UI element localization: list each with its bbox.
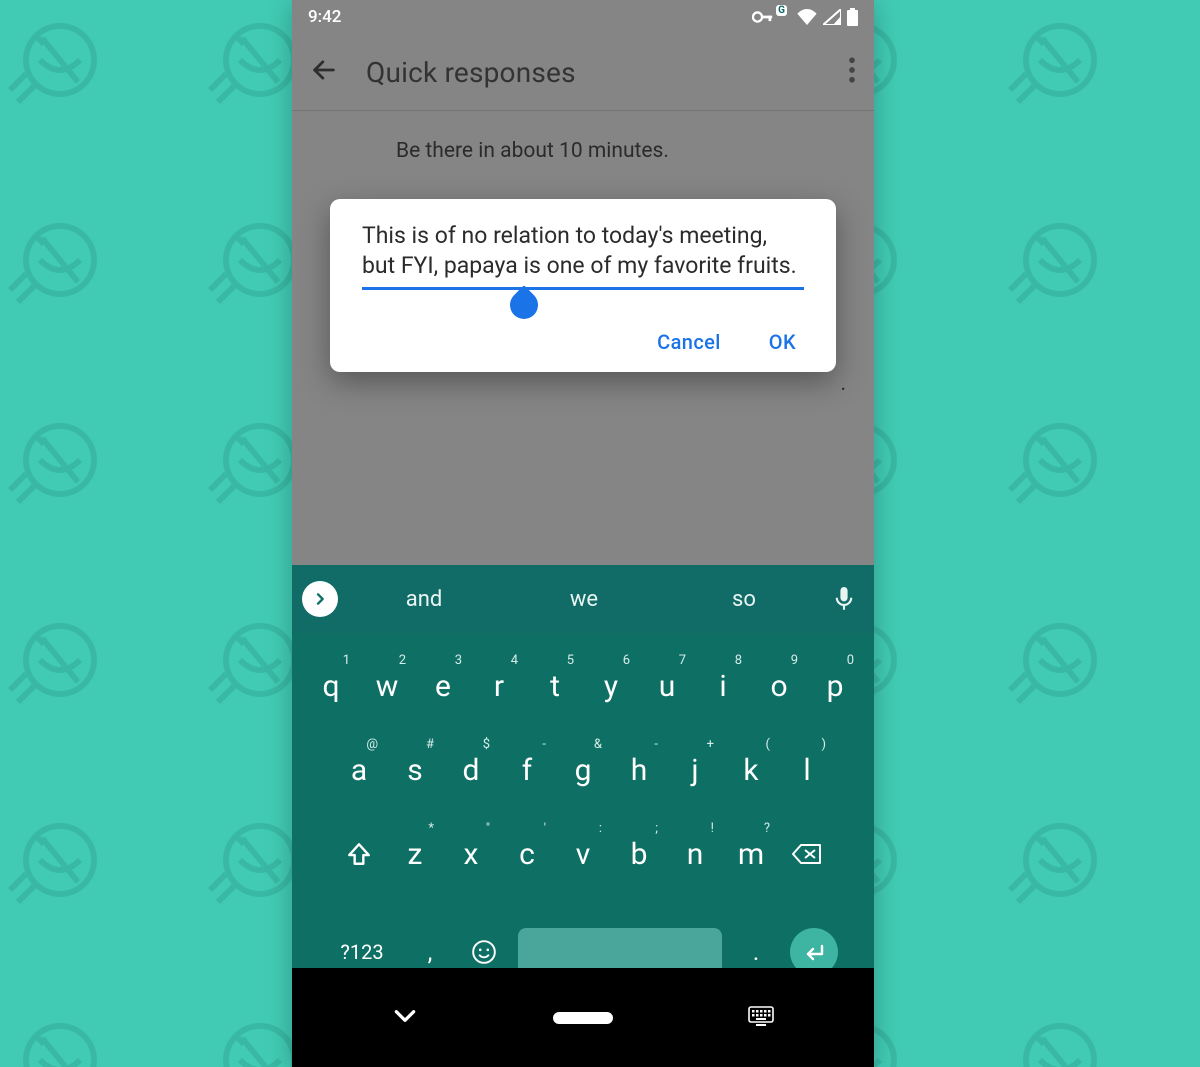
overflow-menu-icon[interactable] [848, 57, 856, 87]
suggestion-strip: and we so [292, 565, 874, 633]
key-q[interactable]: q1 [304, 649, 358, 723]
backspace-key[interactable] [780, 817, 834, 891]
quick-response-item[interactable]: Be there in about 10 minutes. [292, 111, 874, 191]
key-h[interactable]: h- [612, 733, 666, 807]
page-title: Quick responses [366, 56, 576, 89]
voice-input-icon[interactable] [824, 587, 864, 611]
key-c[interactable]: c' [500, 817, 554, 891]
battery-icon [847, 8, 858, 26]
key-x[interactable]: x" [444, 817, 498, 891]
key-u[interactable]: u7 [640, 649, 694, 723]
cell-signal-icon [823, 9, 841, 25]
nav-hide-keyboard-icon[interactable] [392, 1007, 418, 1029]
text-cursor-handle[interactable] [504, 285, 544, 325]
system-nav-bar [292, 968, 874, 1067]
key-b[interactable]: b; [612, 817, 666, 891]
key-t[interactable]: t5 [528, 649, 582, 723]
screen: 9:42 G Quick resp [292, 0, 874, 1067]
key-w[interactable]: w2 [360, 649, 414, 723]
key-k[interactable]: k( [724, 733, 778, 807]
nav-ime-switch-icon[interactable] [748, 1006, 774, 1030]
on-screen-keyboard: and we so q1w2e3r4t5y6u7i8o9p0 a@s#d$f-g… [292, 565, 874, 968]
back-icon[interactable] [310, 56, 338, 88]
wifi-icon [797, 9, 817, 25]
suggestion-3[interactable]: so [664, 587, 824, 612]
key-s[interactable]: s# [388, 733, 442, 807]
nav-home-pill[interactable] [553, 1012, 613, 1024]
key-m[interactable]: m? [724, 817, 778, 891]
keyboard-row-1: q1w2e3r4t5y6u7i8o9p0 [298, 649, 868, 723]
key-g[interactable]: g& [556, 733, 610, 807]
key-l[interactable]: l) [780, 733, 834, 807]
suggestion-1[interactable]: and [344, 587, 504, 612]
response-text-input[interactable]: This is of no relation to today's meetin… [362, 221, 804, 281]
keyboard-row-2: a@s#d$f-g&h-j+k(l) [298, 733, 868, 807]
cancel-button[interactable]: Cancel [657, 330, 721, 354]
shift-key[interactable] [332, 817, 386, 891]
google-badge-icon: G [776, 5, 787, 16]
keyboard-row-3: z*x"c'v:b;n!m? [298, 817, 868, 891]
key-r[interactable]: r4 [472, 649, 526, 723]
edit-response-dialog: This is of no relation to today's meetin… [330, 199, 836, 372]
key-e[interactable]: e3 [416, 649, 470, 723]
status-time: 9:42 [308, 7, 341, 27]
vpn-key-icon [752, 10, 774, 24]
app-bar: Quick responses [292, 34, 874, 111]
key-a[interactable]: a@ [332, 733, 386, 807]
obscured-text-fragment: . [840, 372, 846, 396]
expand-suggestions-icon[interactable] [302, 581, 338, 617]
status-bar: 9:42 G [292, 0, 874, 34]
key-z[interactable]: z* [388, 817, 442, 891]
key-f[interactable]: f- [500, 733, 554, 807]
key-i[interactable]: i8 [696, 649, 750, 723]
key-o[interactable]: o9 [752, 649, 806, 723]
key-p[interactable]: p0 [808, 649, 862, 723]
key-y[interactable]: y6 [584, 649, 638, 723]
key-n[interactable]: n! [668, 817, 722, 891]
suggestion-2[interactable]: we [504, 587, 664, 612]
key-v[interactable]: v: [556, 817, 610, 891]
input-underline [362, 287, 804, 290]
ok-button[interactable]: OK [769, 330, 796, 354]
key-j[interactable]: j+ [668, 733, 722, 807]
key-d[interactable]: d$ [444, 733, 498, 807]
phone-frame: 9:42 G Quick resp [292, 0, 874, 1067]
